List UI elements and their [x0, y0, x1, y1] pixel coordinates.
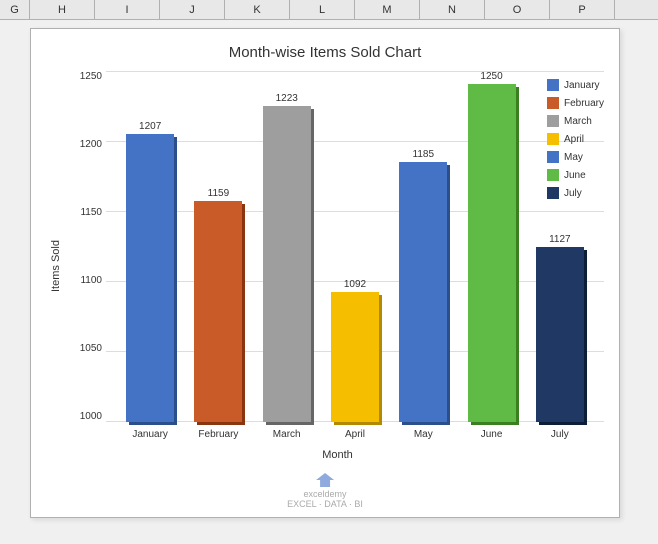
bar-value-february: 1159 — [208, 188, 230, 199]
watermark-line1: exceldemy — [303, 489, 346, 499]
legend-item-march: March — [547, 115, 604, 127]
col-l: L — [290, 0, 355, 19]
x-label-july: July — [526, 422, 594, 447]
legend-label-june: June — [564, 170, 586, 181]
bar-group-march: 1223 — [253, 71, 321, 422]
chart-container: Month-wise Items Sold Chart Items Sold 1… — [30, 28, 620, 518]
chart-plot-area: 1000 1050 1100 1150 1200 1250 — [71, 71, 604, 447]
spreadsheet-background: G H I J K L M N O P Month-wise Items Sol… — [0, 0, 658, 544]
chart-title: Month-wise Items Sold Chart — [46, 44, 604, 61]
y-tick-1200: 1200 — [71, 139, 106, 150]
y-axis-label: Items Sold — [46, 71, 66, 461]
legend-color-july — [547, 187, 559, 199]
y-tick-1250: 1250 — [71, 71, 106, 82]
legend-label-may: May — [564, 152, 583, 163]
legend-label-april: April — [564, 134, 584, 145]
legend-color-january — [547, 79, 559, 91]
bar-june — [468, 84, 516, 422]
col-o: O — [485, 0, 550, 19]
legend-label-february: February — [564, 98, 604, 109]
legend-item-april: April — [547, 133, 604, 145]
legend-color-june — [547, 169, 559, 181]
bar-value-january: 1207 — [139, 121, 161, 132]
legend-label-january: January — [564, 80, 600, 91]
bars-row: 1207 1159 1223 — [106, 71, 604, 422]
bar-group-may: 1185 — [389, 71, 457, 422]
x-label-january: January — [116, 422, 184, 447]
bar-group-january: 1207 — [116, 71, 184, 422]
y-tick-1050: 1050 — [71, 343, 106, 354]
bar-february — [194, 201, 242, 422]
legend-item-may: May — [547, 151, 604, 163]
legend-item-january: January — [547, 79, 604, 91]
legend-color-march — [547, 115, 559, 127]
legend: January February March April May June — [547, 79, 604, 199]
x-label-april: April — [321, 422, 389, 447]
col-g: G — [0, 0, 30, 19]
y-tick-1000: 1000 — [71, 411, 106, 422]
bar-july — [536, 247, 584, 423]
legend-color-april — [547, 133, 559, 145]
bar-march — [263, 106, 311, 422]
legend-label-july: July — [564, 188, 582, 199]
col-n: N — [420, 0, 485, 19]
watermark-line2: EXCEL · DATA · BI — [287, 499, 363, 509]
bar-april — [331, 292, 379, 422]
y-tick-1150: 1150 — [71, 207, 106, 218]
legend-item-july: July — [547, 187, 604, 199]
y-axis-ticks: 1000 1050 1100 1150 1200 1250 — [71, 71, 106, 447]
watermark-logo — [315, 472, 335, 488]
col-k: K — [225, 0, 290, 19]
x-axis-title: Month — [71, 449, 604, 461]
x-label-february: February — [184, 422, 252, 447]
legend-label-march: March — [564, 116, 592, 127]
y-tick-1100: 1100 — [71, 275, 106, 286]
bar-value-july: 1127 — [549, 234, 571, 245]
col-p: P — [550, 0, 615, 19]
bar-value-march: 1223 — [276, 93, 298, 104]
chart-inner: 1000 1050 1100 1150 1200 1250 — [71, 71, 604, 461]
legend-color-february — [547, 97, 559, 109]
bars-and-grid: 1207 1159 1223 — [106, 71, 604, 447]
bar-group-february: 1159 — [184, 71, 252, 422]
col-i: I — [95, 0, 160, 19]
col-j: J — [160, 0, 225, 19]
x-label-march: March — [253, 422, 321, 447]
legend-item-february: February — [547, 97, 604, 109]
col-h: H — [30, 0, 95, 19]
bar-january — [126, 134, 174, 422]
legend-color-may — [547, 151, 559, 163]
legend-item-june: June — [547, 169, 604, 181]
bar-may — [399, 162, 447, 422]
watermark: exceldemy EXCEL · DATA · BI — [287, 472, 363, 509]
bar-group-april: 1092 — [321, 71, 389, 422]
bar-value-may: 1185 — [413, 149, 435, 160]
x-label-june: June — [457, 422, 525, 447]
bar-value-april: 1092 — [344, 279, 366, 290]
x-label-may: May — [389, 422, 457, 447]
col-m: M — [355, 0, 420, 19]
column-headers: G H I J K L M N O P — [0, 0, 658, 20]
bar-value-june: 1250 — [480, 71, 502, 82]
bar-group-june: 1250 — [457, 71, 525, 422]
x-labels: January February March April May June Ju… — [106, 422, 604, 447]
chart-area: Items Sold 1000 1050 1100 1150 1200 1250 — [46, 71, 604, 461]
